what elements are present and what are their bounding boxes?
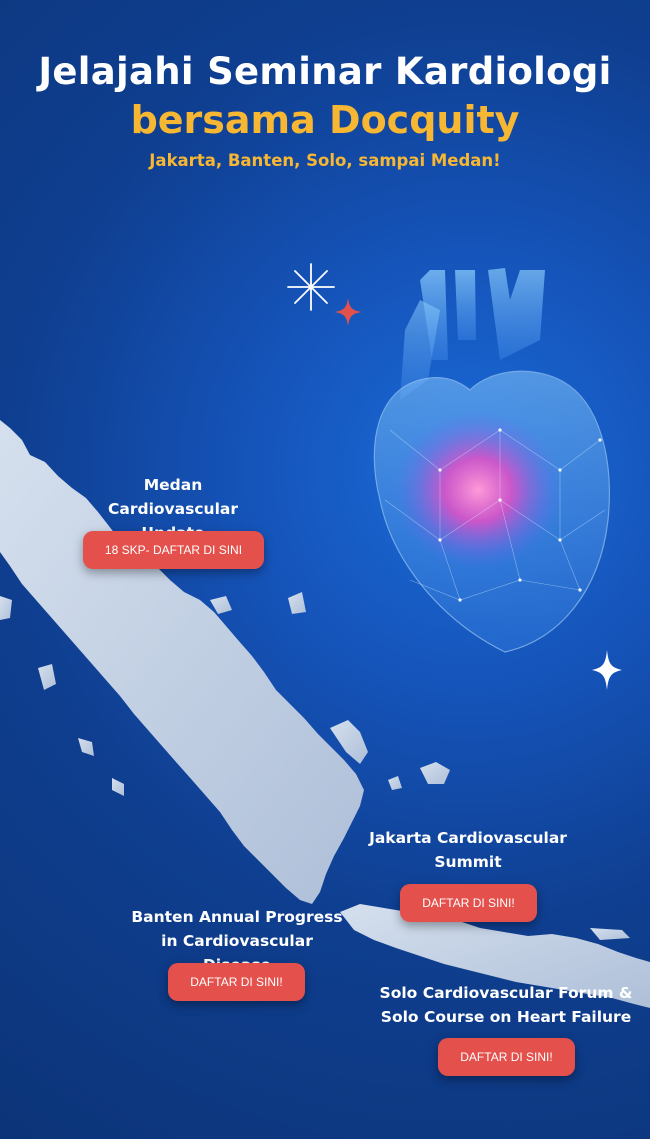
star-icon [592, 650, 622, 690]
register-button-solo[interactable]: DAFTAR DI SINI! [438, 1038, 575, 1076]
page-subtitle: Jakarta, Banten, Solo, sampai Medan! [149, 151, 501, 170]
sparkle-icon [287, 263, 335, 311]
register-button-banten[interactable]: DAFTAR DI SINI! [168, 963, 305, 1001]
register-button-medan[interactable]: 18 SKP- DAFTAR DI SINI [83, 531, 264, 569]
poster: Jelajahi Seminar Kardiologi bersama Docq… [0, 0, 650, 1139]
page-title-brand: bersama Docquity [130, 98, 520, 142]
register-button-jakarta[interactable]: DAFTAR DI SINI! [400, 884, 537, 922]
star-icon [334, 298, 362, 326]
event-title-solo: Solo Cardiovascular Forum & Solo Course … [379, 984, 633, 1026]
page-title: Jelajahi Seminar Kardiologi [38, 50, 612, 93]
event-title-jakarta: Jakarta Cardiovascular Summit [369, 829, 567, 871]
